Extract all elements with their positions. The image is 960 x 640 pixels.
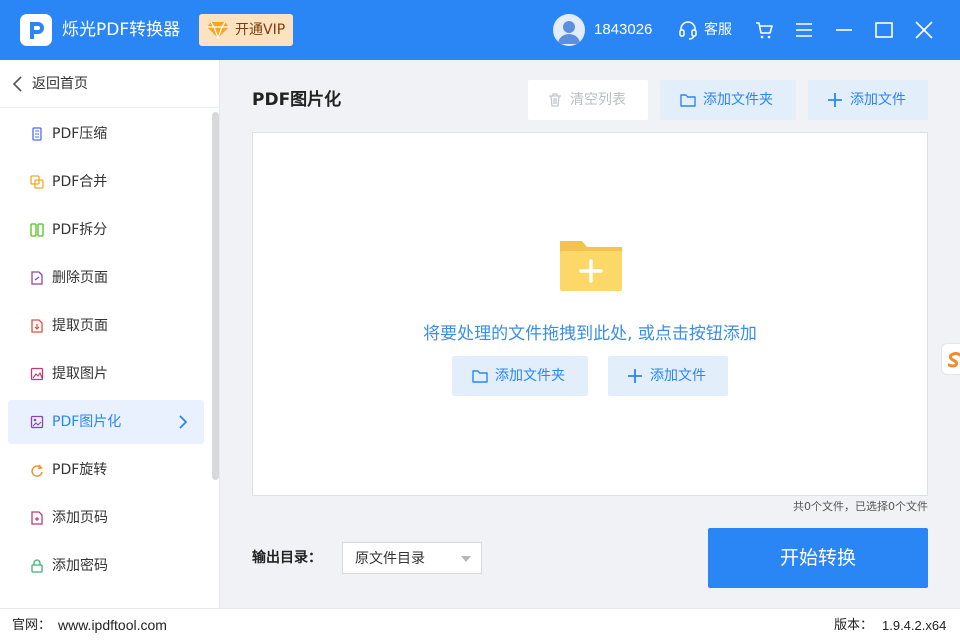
- add-file-button[interactable]: 添加文件: [608, 356, 728, 396]
- drop-hint: 将要处理的文件拖拽到此处, 或点击按钮添加: [423, 324, 757, 344]
- chevron-left-icon: [12, 76, 22, 92]
- version-label: 版本：: [834, 618, 874, 633]
- sidebar-item-label: 添加页码: [52, 510, 108, 526]
- page-number-icon: [31, 511, 43, 525]
- status-bar: 官网： www.ipdftool.com 版本： 1.9.4.2.x64: [0, 608, 960, 640]
- vip-button[interactable]: 开通VIP: [199, 14, 293, 46]
- plus-icon: [828, 93, 842, 107]
- page-title: PDF图片化: [252, 90, 342, 110]
- file-count-text: 共0个文件，已选择0个文件: [793, 500, 928, 513]
- add-folder-icon: [560, 241, 622, 291]
- sidebar-item-label: 添加密码: [52, 558, 108, 574]
- sidebar-item-label: 删除页面: [52, 270, 108, 286]
- sidebar-item-9[interactable]: 添加页码: [8, 496, 204, 540]
- service-label[interactable]: 客服: [704, 22, 732, 38]
- sidebar-item-label: 提取图片: [52, 366, 108, 382]
- menu-icon[interactable]: [795, 20, 813, 40]
- merge-icon: [30, 175, 44, 189]
- title-bar: 烁光PDF转换器 开通VIP 1843026 客服: [0, 0, 960, 60]
- extract-page-icon: [31, 319, 43, 333]
- sidebar: 返回首页 PDF压缩 PDF合并 PDF拆分删除页面提取页面提取图片 PDF图片化 PD…: [0, 60, 220, 608]
- add-folder-label-top: 添加文件夹: [703, 92, 773, 108]
- back-home-button[interactable]: 返回首页: [0, 60, 219, 108]
- cart-icon[interactable]: [754, 20, 774, 40]
- start-convert-button[interactable]: 开始转换: [708, 528, 928, 588]
- folder-icon: [472, 370, 488, 383]
- add-file-button-top[interactable]: 添加文件: [808, 80, 928, 120]
- folder-icon: [680, 94, 696, 107]
- add-file-label: 添加文件: [650, 368, 706, 384]
- back-home-label: 返回首页: [32, 76, 88, 92]
- headset-icon[interactable]: [678, 20, 698, 40]
- helper-badge-icon: [948, 352, 960, 368]
- maximize-icon[interactable]: [874, 20, 894, 40]
- trash-icon: [549, 93, 561, 107]
- sidebar-item-10[interactable]: 添加密码: [8, 544, 204, 588]
- close-icon[interactable]: [914, 20, 934, 40]
- app-name: 烁光PDF转换器: [62, 20, 181, 40]
- rotate-icon: [31, 464, 43, 477]
- sidebar-item-8[interactable]: PDF旋转: [8, 448, 204, 492]
- diamond-icon: [207, 21, 229, 39]
- output-dir-value: 原文件目录: [355, 551, 425, 567]
- clear-list-button[interactable]: 清空列表: [528, 80, 648, 120]
- sidebar-item-7[interactable]: PDF图片化: [8, 400, 204, 444]
- sidebar-item-label: PDF合并: [52, 174, 108, 190]
- user-id: 1843026: [594, 21, 653, 38]
- app-logo-icon: [20, 14, 52, 46]
- drop-zone[interactable]: 将要处理的文件拖拽到此处, 或点击按钮添加 添加文件夹 添加文件: [252, 132, 928, 496]
- sidebar-item-4[interactable]: 删除页面: [8, 256, 204, 300]
- add-folder-button[interactable]: 添加文件夹: [452, 356, 588, 396]
- sidebar-item-2[interactable]: PDF合并: [8, 160, 204, 204]
- website-link[interactable]: www.ipdftool.com: [58, 618, 167, 633]
- extract-image-icon: [30, 367, 44, 381]
- floating-helper-button[interactable]: [941, 343, 960, 375]
- vip-label: 开通VIP: [235, 22, 286, 38]
- sidebar-item-label: PDF压缩: [52, 126, 108, 142]
- sidebar-item-label: PDF拆分: [52, 222, 108, 238]
- split-icon: [30, 223, 44, 237]
- version-value: 1.9.4.2.x64: [882, 618, 947, 633]
- compress-icon: [32, 127, 42, 141]
- plus-icon: [628, 369, 642, 383]
- pdf-to-image-icon: [30, 415, 44, 429]
- website-label: 官网：: [12, 618, 52, 633]
- sidebar-item-label: 提取页面: [52, 318, 108, 334]
- minimize-icon[interactable]: [835, 20, 853, 40]
- sidebar-scrollbar[interactable]: [212, 112, 219, 480]
- avatar[interactable]: [553, 14, 585, 46]
- sidebar-item-1[interactable]: PDF压缩: [8, 112, 204, 156]
- sidebar-item-label: PDF旋转: [52, 462, 108, 478]
- add-folder-label: 添加文件夹: [495, 368, 565, 384]
- clear-list-label: 清空列表: [570, 92, 626, 108]
- delete-page-icon: [31, 271, 43, 285]
- chevron-right-icon: [179, 415, 188, 429]
- sidebar-item-5[interactable]: 提取页面: [8, 304, 204, 348]
- sidebar-item-3[interactable]: PDF拆分: [8, 208, 204, 252]
- sidebar-item-6[interactable]: 提取图片: [8, 352, 204, 396]
- caret-down-icon: [461, 556, 471, 562]
- output-dir-label: 输出目录：: [252, 550, 322, 566]
- add-file-label-top: 添加文件: [850, 92, 906, 108]
- output-dir-select[interactable]: 原文件目录: [342, 542, 482, 574]
- sidebar-item-label: PDF图片化: [52, 414, 122, 430]
- lock-icon: [31, 559, 43, 573]
- add-folder-button-top[interactable]: 添加文件夹: [660, 80, 796, 120]
